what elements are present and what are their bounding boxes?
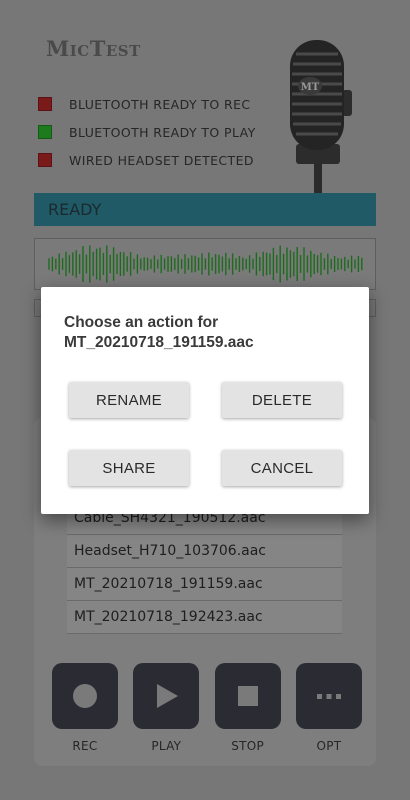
file-name: MT_20210718_191159.aac <box>74 576 263 592</box>
play-label: PLAY <box>151 739 182 753</box>
microphone-icon: MT <box>290 40 352 202</box>
mic-logo: MT <box>301 82 320 93</box>
waveform-graph <box>48 245 363 283</box>
record-icon <box>73 684 97 708</box>
app-title: MicTest <box>46 36 141 61</box>
cancel-button[interactable]: CANCEL <box>222 450 342 486</box>
status-text: READY <box>48 200 102 219</box>
indicator-label: BLUETOOTH READY TO PLAY <box>69 124 256 140</box>
more-icon <box>316 694 341 699</box>
indicator-bt-rec: BLUETOOTH READY TO REC <box>38 90 256 118</box>
led-bt-rec <box>38 97 52 111</box>
dialog-title-filename: MT_20210718_191159.aac <box>64 334 254 351</box>
share-button[interactable]: SHARE <box>69 450 189 486</box>
opt-button[interactable] <box>295 663 362 729</box>
recordings-list: Cable_SH4321_190512.aac Headset_H710_103… <box>67 502 342 634</box>
status-bar: READY <box>34 193 376 226</box>
indicator-label: BLUETOOTH READY TO REC <box>69 96 251 112</box>
stop-control: STOP <box>214 663 281 753</box>
indicator-label: WIRED HEADSET DETECTED <box>69 152 254 168</box>
transport-controls: REC PLAY STOP OPT <box>52 663 362 753</box>
opt-control: OPT <box>295 663 362 753</box>
indicator-wired: WIRED HEADSET DETECTED <box>38 146 256 174</box>
stop-icon <box>237 686 258 706</box>
list-item[interactable]: MT_20210718_192423.aac <box>67 601 342 634</box>
play-button[interactable] <box>133 663 200 729</box>
play-icon <box>157 684 179 708</box>
led-wired <box>38 153 52 167</box>
delete-button[interactable]: DELETE <box>222 382 342 418</box>
file-name: MT_20210718_192423.aac <box>74 609 263 625</box>
list-item[interactable]: MT_20210718_191159.aac <box>67 568 342 601</box>
opt-label: OPT <box>316 739 342 753</box>
dialog-title-line1: Choose an action for <box>64 314 219 331</box>
play-control: PLAY <box>133 663 200 753</box>
rec-control: REC <box>52 663 118 753</box>
rename-button[interactable]: RENAME <box>69 382 189 418</box>
dialog-title: Choose an action for MT_20210718_191159.… <box>64 313 354 353</box>
led-bt-play <box>38 125 52 139</box>
rec-button[interactable] <box>52 663 118 729</box>
waveform-display <box>34 238 376 290</box>
rec-label: REC <box>72 739 98 753</box>
indicator-list: BLUETOOTH READY TO REC BLUETOOTH READY T… <box>38 90 256 174</box>
stop-button[interactable] <box>214 663 281 729</box>
indicator-bt-play: BLUETOOTH READY TO PLAY <box>38 118 256 146</box>
stop-label: STOP <box>231 739 265 753</box>
list-item[interactable]: Headset_H710_103706.aac <box>67 535 342 568</box>
file-name: Headset_H710_103706.aac <box>74 543 267 559</box>
action-dialog: Choose an action for MT_20210718_191159.… <box>41 287 369 514</box>
app-screen: MicTest BLUETOOTH READY TO REC BLUETOOTH… <box>0 0 410 800</box>
